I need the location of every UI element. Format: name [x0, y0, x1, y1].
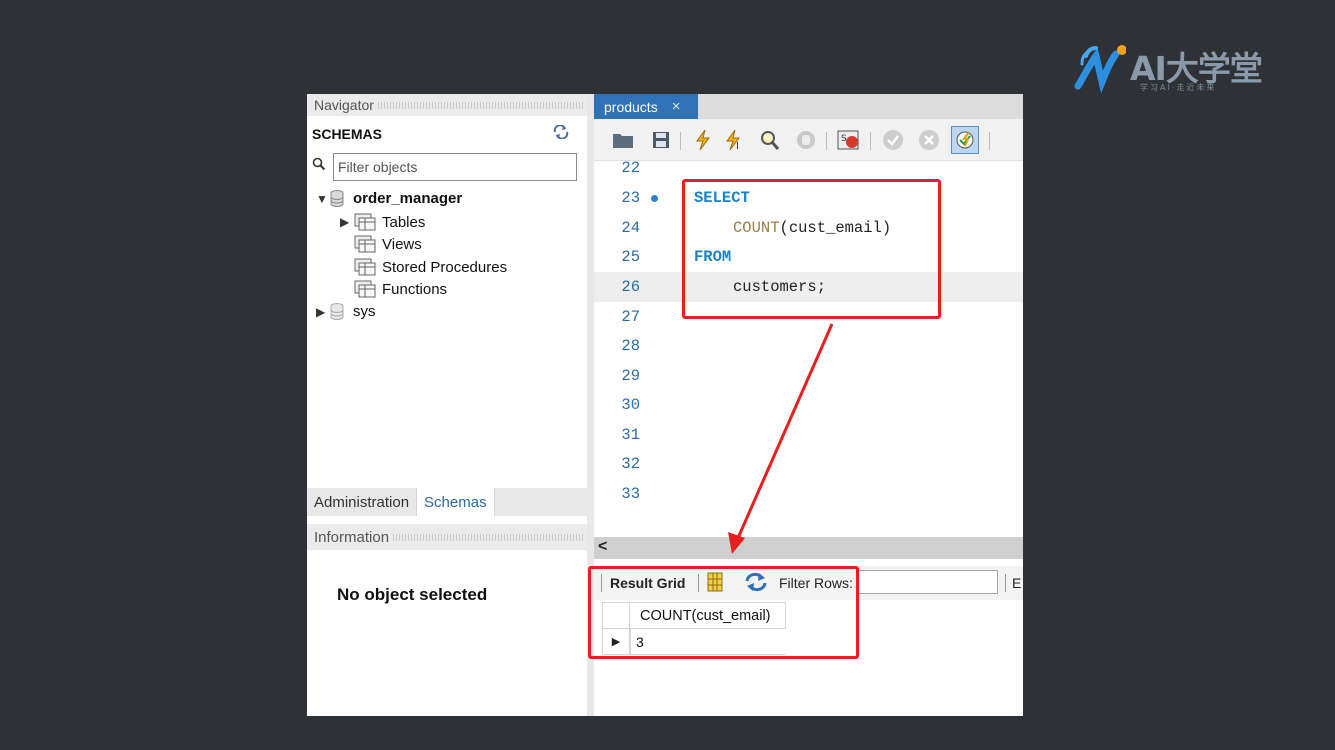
annotation-arrow [728, 323, 834, 554]
